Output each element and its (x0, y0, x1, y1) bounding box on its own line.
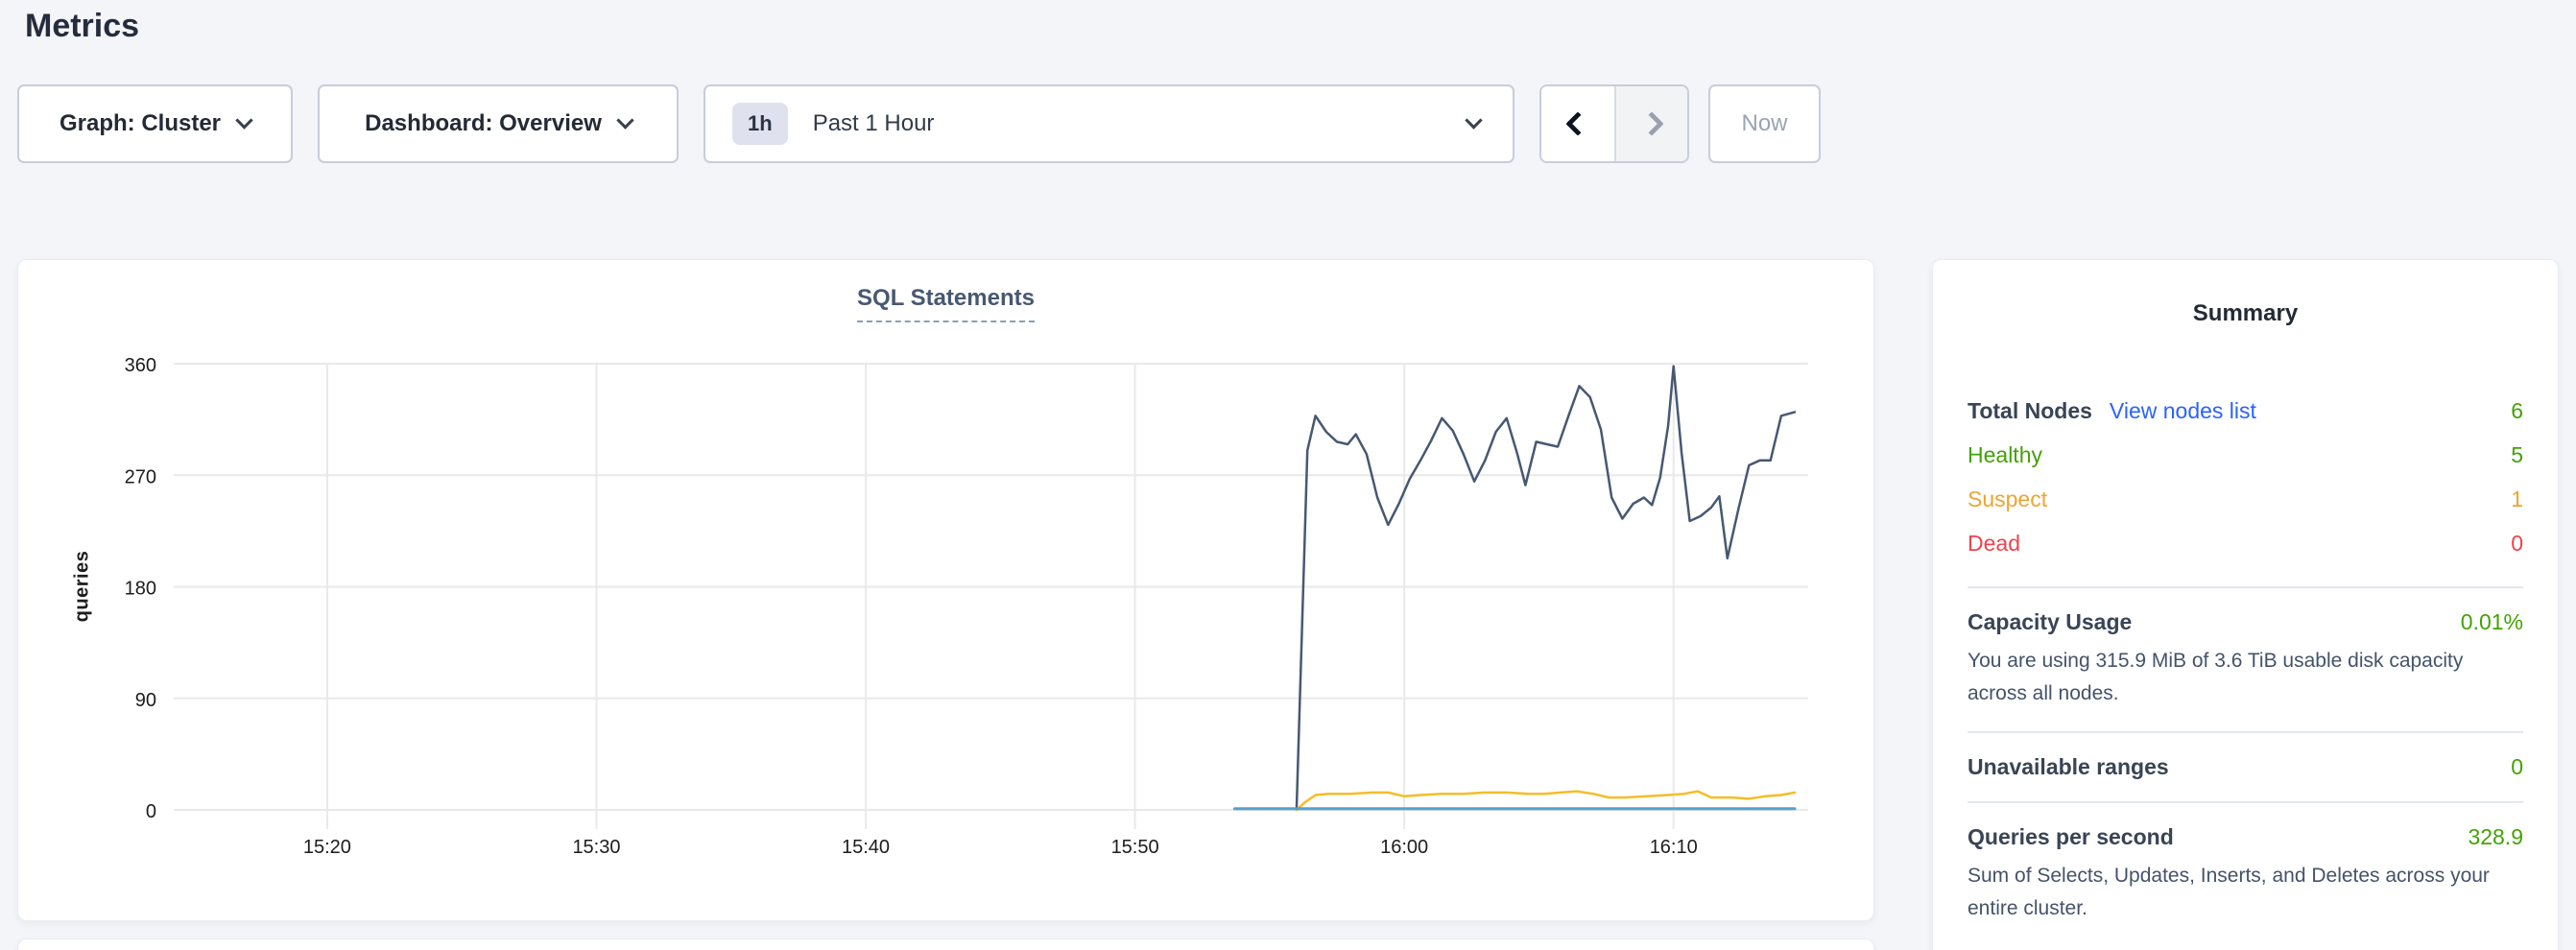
healthy-label: Healthy (1968, 442, 2042, 468)
summary-panel: Summary Total Nodes View nodes list 6 He… (1932, 259, 2559, 950)
sql-statements-plot[interactable]: 0 90 180 270 360 15:20 15:30 15:40 15:50 16:00 16:… (18, 327, 1875, 922)
total-nodes-label: Total Nodes (1968, 398, 2092, 424)
unavailable-ranges-label: Unavailable ranges (1968, 754, 2169, 780)
chevron-down-icon (235, 111, 252, 129)
svg-text:16:10: 16:10 (1650, 837, 1698, 858)
total-nodes-value: 6 (2511, 398, 2523, 424)
capacity-usage-description: You are using 315.9 MiB of 3.6 TiB usabl… (1968, 645, 2519, 710)
capacity-usage-row: Capacity Usage 0.01% (1968, 609, 2523, 635)
dead-value: 0 (2511, 531, 2523, 557)
divider (1968, 801, 2523, 803)
prev-time-button[interactable] (1541, 86, 1614, 161)
time-step-buttons (1539, 84, 1689, 163)
toolbar: Graph: Cluster Dashboard: Overview 1h Pa… (17, 84, 1821, 163)
dead-label: Dead (1968, 531, 2020, 557)
dashboard-dropdown[interactable]: Dashboard: Overview (318, 84, 679, 163)
chevron-left-icon (1565, 111, 1589, 135)
queries-per-second-description: Sum of Selects, Updates, Inserts, and De… (1968, 860, 2519, 925)
unavailable-ranges-row: Unavailable ranges 0 (1968, 754, 2523, 780)
svg-text:15:20: 15:20 (303, 837, 351, 858)
svg-text:16:00: 16:00 (1380, 837, 1428, 858)
time-range-label: Past 1 Hour (813, 110, 935, 137)
svg-text:270: 270 (125, 466, 156, 487)
capacity-usage-label: Capacity Usage (1968, 609, 2132, 635)
time-range-badge: 1h (732, 103, 788, 145)
dashboard-dropdown-label: Dashboard: Overview (365, 110, 602, 137)
divider (1968, 586, 2523, 588)
chart-title[interactable]: SQL Statements (857, 285, 1035, 322)
chevron-right-icon (1639, 111, 1663, 135)
next-time-button[interactable] (1614, 86, 1687, 161)
svg-text:15:30: 15:30 (572, 837, 620, 858)
view-nodes-link[interactable]: View nodes list (2110, 398, 2256, 424)
chevron-down-icon (616, 111, 633, 129)
suspect-label: Suspect (1968, 487, 2047, 512)
page-title: Metrics (25, 8, 139, 45)
graph-dropdown[interactable]: Graph: Cluster (17, 84, 293, 163)
node-status-rows: Total Nodes View nodes list 6 Healthy 5 … (1968, 389, 2523, 565)
svg-text:180: 180 (125, 579, 156, 600)
suspect-nodes-row: Suspect 1 (1968, 477, 2523, 521)
svg-text:360: 360 (125, 355, 156, 376)
unavailable-ranges-value: 0 (2511, 754, 2523, 780)
summary-title: Summary (1968, 300, 2523, 327)
graph-dropdown-label: Graph: Cluster (60, 110, 221, 137)
next-chart-card-partial (17, 938, 1874, 950)
chevron-down-icon (1465, 111, 1482, 129)
total-nodes-row: Total Nodes View nodes list 6 (1968, 389, 2523, 433)
now-button[interactable]: Now (1708, 84, 1821, 163)
capacity-usage-value: 0.01% (2461, 609, 2523, 635)
queries-per-second-value: 328.9 (2468, 824, 2523, 850)
svg-text:15:50: 15:50 (1111, 837, 1159, 858)
divider (1968, 731, 2523, 733)
dead-nodes-row: Dead 0 (1968, 521, 2523, 565)
sql-statements-chart-card: SQL Statements queries 09018027036015:20… (17, 259, 1874, 921)
healthy-nodes-row: Healthy 5 (1968, 433, 2523, 477)
svg-text:90: 90 (135, 690, 156, 711)
chart-title-wrap: SQL Statements (18, 285, 1873, 322)
metrics-page: Metrics Graph: Cluster Dashboard: Overvi… (0, 0, 2576, 950)
queries-per-second-row: Queries per second 328.9 (1968, 824, 2523, 850)
svg-text:15:40: 15:40 (842, 837, 890, 858)
time-range-picker[interactable]: 1h Past 1 Hour (704, 84, 1515, 163)
queries-per-second-label: Queries per second (1968, 824, 2174, 850)
healthy-value: 5 (2511, 442, 2523, 468)
svg-text:0: 0 (146, 801, 156, 822)
suspect-value: 1 (2511, 487, 2523, 512)
